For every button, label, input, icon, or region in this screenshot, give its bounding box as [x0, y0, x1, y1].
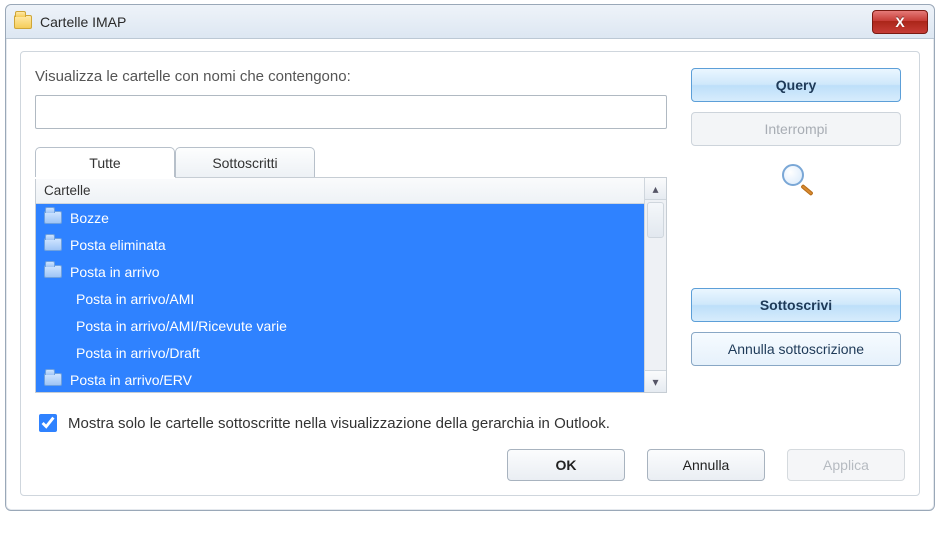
- stop-button: Interrompi: [691, 112, 901, 146]
- apply-button: Applica: [787, 449, 905, 481]
- folder-icon: [14, 15, 32, 29]
- titlebar[interactable]: Cartelle IMAP X: [6, 5, 934, 39]
- vertical-scrollbar[interactable]: ▴ ▾: [644, 178, 666, 392]
- close-button[interactable]: X: [872, 10, 928, 34]
- subscribe-button[interactable]: Sottoscrivi: [691, 288, 901, 322]
- only-subscribed-row[interactable]: Mostra solo le cartelle sottoscritte nel…: [35, 411, 905, 435]
- folder-tabs: Tutte Sottoscritti: [35, 147, 667, 177]
- scroll-thumb[interactable]: [647, 202, 664, 238]
- imap-folders-dialog: Cartelle IMAP X Visualizza le cartelle c…: [5, 4, 935, 511]
- only-subscribed-label: Mostra solo le cartelle sottoscritte nel…: [68, 415, 610, 432]
- window-title: Cartelle IMAP: [40, 14, 864, 30]
- only-subscribed-checkbox[interactable]: [39, 414, 57, 432]
- list-item[interactable]: Bozze: [36, 204, 644, 231]
- list-item[interactable]: Posta in arrivo/AMI: [36, 285, 644, 312]
- column-header-label: Cartelle: [44, 183, 91, 198]
- scroll-down-button[interactable]: ▾: [645, 370, 666, 392]
- folder-icon: [44, 211, 62, 224]
- list-item[interactable]: Posta in arrivo/AMI/Ricevute varie: [36, 312, 644, 339]
- folder-list: Cartelle Bozze Posta eliminata Posta in ar…: [35, 177, 667, 393]
- tab-subscribed-label: Sottoscritti: [212, 155, 277, 171]
- list-item-label: Posta in arrivo/ERV: [70, 372, 192, 388]
- cancel-button[interactable]: Annulla: [647, 449, 765, 481]
- folder-icon: [44, 373, 62, 386]
- list-item-label: Posta in arrivo/AMI/Ricevute varie: [70, 318, 287, 334]
- search-label: Visualizza le cartelle con nomi che cont…: [35, 68, 667, 85]
- folder-icon: [44, 238, 62, 251]
- list-item[interactable]: Posta eliminata: [36, 231, 644, 258]
- list-item-label: Posta eliminata: [70, 237, 166, 253]
- search-icon: [778, 162, 814, 198]
- scroll-track[interactable]: [645, 240, 666, 370]
- tab-all-label: Tutte: [89, 155, 120, 171]
- folder-icon: [44, 265, 62, 278]
- query-button[interactable]: Query: [691, 68, 901, 102]
- list-item-label: Posta in arrivo/Draft: [70, 345, 200, 361]
- client-area: Visualizza le cartelle con nomi che cont…: [6, 39, 934, 510]
- tab-subscribed[interactable]: Sottoscritti: [175, 147, 315, 177]
- ok-button[interactable]: OK: [507, 449, 625, 481]
- list-item-label: Posta in arrivo/AMI: [70, 291, 194, 307]
- tab-all[interactable]: Tutte: [35, 147, 175, 177]
- list-item[interactable]: Posta in arrivo: [36, 258, 644, 285]
- column-header[interactable]: Cartelle: [36, 178, 644, 204]
- group-box: Visualizza le cartelle con nomi che cont…: [20, 51, 920, 496]
- list-item-label: Bozze: [70, 210, 109, 226]
- close-icon: X: [895, 14, 904, 30]
- scroll-up-button[interactable]: ▴: [645, 178, 666, 200]
- unsubscribe-button[interactable]: Annulla sottoscrizione: [691, 332, 901, 366]
- search-input[interactable]: [35, 95, 667, 129]
- dialog-footer: OK Annulla Applica: [35, 449, 905, 481]
- list-item-label: Posta in arrivo: [70, 264, 159, 280]
- list-item[interactable]: Posta in arrivo/Draft: [36, 339, 644, 366]
- list-item[interactable]: Posta in arrivo/ERV: [36, 366, 644, 392]
